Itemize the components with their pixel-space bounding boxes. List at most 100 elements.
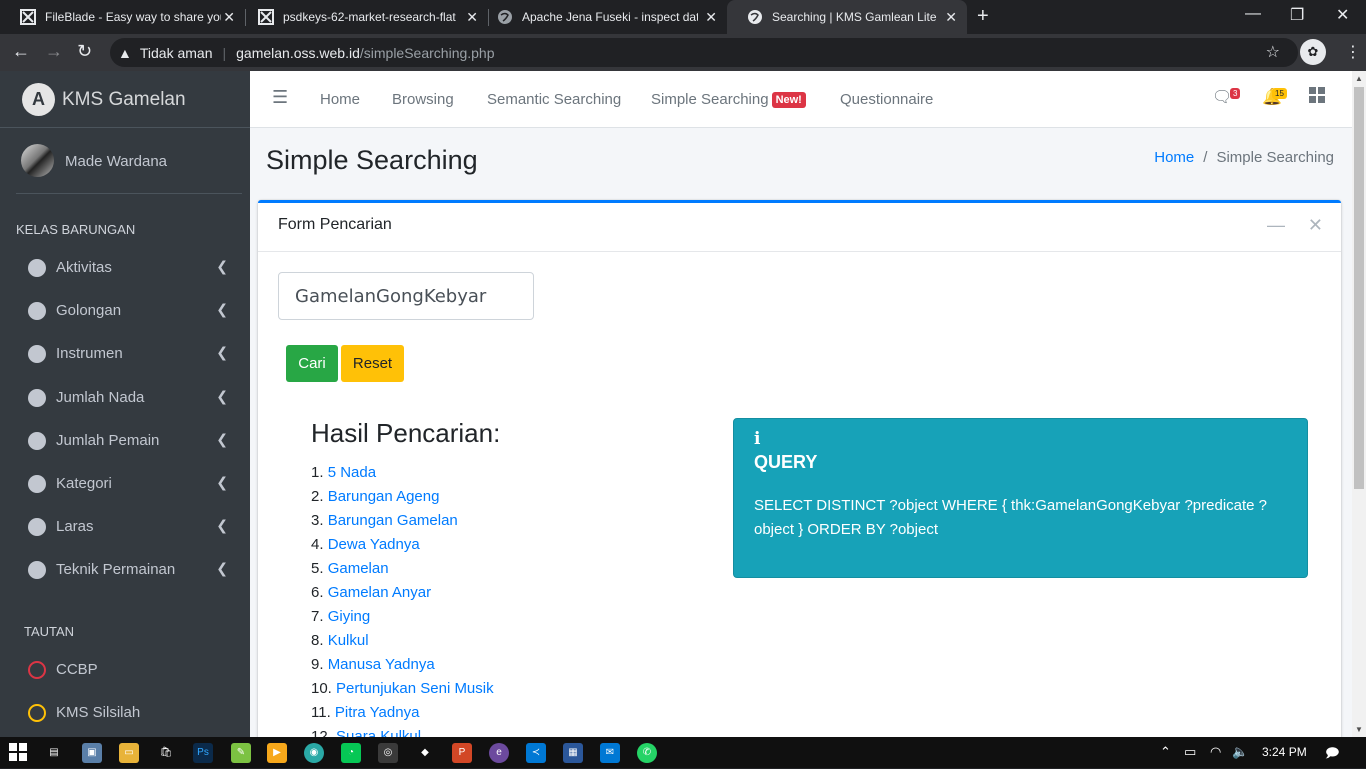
close-tab-icon[interactable]: ✕ (705, 9, 717, 26)
nav-semantic-searching[interactable]: Semantic Searching (487, 91, 621, 108)
list-item: 8. Kulkul (311, 629, 494, 653)
search-input[interactable] (278, 272, 534, 320)
apps-grid-icon[interactable] (1309, 87, 1325, 108)
browser-tab[interactable]: Apache Jena Fuseki - inspect dat ✕ (477, 0, 727, 34)
tab-title: Apache Jena Fuseki - inspect dat (522, 10, 698, 24)
sidebar-item-teknik-permainan[interactable]: Teknik Permainan ❮ (16, 550, 242, 590)
search-button[interactable]: Cari (286, 345, 338, 382)
forward-icon[interactable]: → (45, 41, 63, 62)
scroll-down-arrow-icon[interactable]: ▼ (1355, 725, 1363, 734)
sidebar-item-laras[interactable]: Laras ❮ (16, 507, 242, 547)
new-tab-icon[interactable]: + (977, 5, 989, 28)
computer-icon[interactable]: ▣ (82, 743, 102, 763)
search-card: Form Pencarian — ✕ Cari Reset Hasil Penc… (258, 200, 1341, 737)
notepadpp-icon[interactable]: ✎ (231, 743, 251, 763)
close-tab-icon[interactable]: ✕ (223, 9, 235, 26)
chrome-icon[interactable]: ◎ (378, 743, 398, 763)
chevron-left-icon: ❮ (216, 388, 228, 404)
notification-center-icon[interactable]: 🗩 (1325, 744, 1339, 766)
result-link[interactable]: Barungan Ageng (328, 488, 440, 505)
sidebar-link-kms-silsilah[interactable]: KMS Silsilah (16, 693, 242, 733)
sidebar-item-jumlah-nada[interactable]: Jumlah Nada ❮ (16, 378, 242, 418)
close-window-icon[interactable]: ✕ (1336, 5, 1349, 25)
browser-tab-active[interactable]: Searching | KMS Gamlean Lite ✕ (727, 0, 967, 34)
browser-tab-bar: FileBlade - Easy way to share you ✕ psdk… (0, 0, 1366, 34)
whatsapp-icon[interactable]: ✆ (637, 743, 657, 763)
list-item: 7. Giying (311, 605, 494, 629)
media-player-icon[interactable]: ▶ (267, 743, 287, 763)
powerpoint-icon[interactable]: P (452, 743, 472, 763)
breadcrumb-home-link[interactable]: Home (1154, 149, 1194, 166)
chevron-left-icon: ❮ (216, 560, 228, 576)
php-icon[interactable]: e (489, 743, 509, 763)
task-view-icon[interactable]: ▤ (44, 743, 64, 763)
sidebar-item-jumlah-pemain[interactable]: Jumlah Pemain ❮ (16, 421, 242, 461)
result-link[interactable]: Dewa Yadnya (328, 536, 420, 553)
list-item: 1. 5 Nada (311, 461, 494, 485)
close-tab-icon[interactable]: ✕ (945, 9, 957, 26)
windows-start-icon[interactable] (8, 743, 28, 763)
photoshop-icon[interactable]: Ps (193, 743, 213, 763)
sidebar-item-label: Golongan (56, 302, 122, 319)
wifi-icon[interactable]: ◠ (1210, 744, 1221, 760)
battery-icon[interactable]: ▭ (1184, 744, 1196, 760)
page-scrollbar[interactable]: ▲ ▼ (1352, 71, 1366, 737)
result-link[interactable]: Giying (328, 608, 371, 625)
nav-home[interactable]: Home (320, 91, 360, 108)
vscode-icon[interactable]: ≺ (526, 743, 546, 763)
file-explorer-icon[interactable]: ▭ (119, 743, 139, 763)
back-icon[interactable]: ← (12, 41, 30, 62)
mail-icon[interactable]: ✉ (600, 743, 620, 763)
result-link[interactable]: 5 Nada (328, 464, 376, 481)
close-icon[interactable]: ✕ (1308, 215, 1323, 236)
restore-icon[interactable]: ❐ (1290, 5, 1304, 25)
user-name: Made Wardana (65, 153, 167, 170)
tray-expand-icon[interactable]: ⌃ (1160, 744, 1171, 760)
scrollbar-thumb[interactable] (1354, 87, 1364, 489)
user-panel[interactable]: Made Wardana (16, 128, 242, 194)
reload-icon[interactable]: ↻ (77, 41, 92, 62)
result-link[interactable]: Suara Kulkul (336, 728, 421, 737)
store-icon[interactable]: 🛍 (156, 743, 176, 763)
result-link[interactable]: Gamelan (328, 560, 389, 577)
result-link[interactable]: Pertunjukan Seni Musik (336, 680, 494, 697)
extension-icon[interactable]: ✿ (1300, 39, 1326, 65)
app-icon[interactable]: ◉ (304, 743, 324, 763)
address-bar[interactable]: ▲ Tidak aman | gamelan.oss.web.id/simple… (110, 38, 1298, 67)
volume-icon[interactable]: 🔈 (1232, 744, 1248, 760)
brand-link[interactable]: A KMS Gamelan (0, 71, 250, 128)
scroll-up-arrow-icon[interactable]: ▲ (1355, 74, 1363, 83)
browser-tab[interactable]: psdkeys-62-market-research-flat ✕ (238, 0, 488, 34)
minimize-icon[interactable]: — (1245, 5, 1261, 23)
globe-icon (497, 9, 513, 25)
bookmark-star-icon[interactable]: ☆ (1266, 42, 1280, 62)
sidebar-item-aktivitas[interactable]: Aktivitas ❮ (16, 248, 242, 288)
nav-simple-searching[interactable]: Simple Searching New! (651, 91, 806, 108)
tab-title: Searching | KMS Gamlean Lite (772, 10, 937, 24)
reset-button[interactable]: Reset (341, 345, 404, 382)
nav-browsing[interactable]: Browsing (392, 91, 454, 108)
nav-questionnaire[interactable]: Questionnaire (840, 91, 933, 108)
result-link[interactable]: Pitra Yadnya (335, 704, 420, 721)
git-icon[interactable]: ◆ (415, 743, 435, 763)
clock-time[interactable]: 3:24 PM (1262, 745, 1307, 759)
sidebar-item-golongan[interactable]: Golongan ❮ (16, 291, 242, 331)
sidebar-link-ccbp[interactable]: CCBP (16, 650, 242, 690)
collapse-icon[interactable]: — (1267, 215, 1285, 236)
browser-tab[interactable]: FileBlade - Easy way to share you ✕ (0, 0, 245, 34)
menu-kebab-icon[interactable]: ⋮ (1345, 42, 1361, 62)
hamburger-icon[interactable]: ☰ (272, 87, 288, 108)
result-link[interactable]: Kulkul (328, 632, 369, 649)
remote-desktop-icon[interactable]: ▦ (563, 743, 583, 763)
circle-icon (28, 345, 46, 363)
chevron-left-icon: ❮ (216, 517, 228, 533)
sidebar-item-instrumen[interactable]: Instrumen ❮ (16, 334, 242, 374)
item-number: 9. (311, 656, 324, 673)
info-icon: i (754, 429, 761, 449)
result-link[interactable]: Barungan Gamelan (328, 512, 458, 529)
result-link[interactable]: Gamelan Anyar (328, 584, 431, 601)
sidebar-item-kategori[interactable]: Kategori ❮ (16, 464, 242, 504)
line-icon[interactable]: ◔ (341, 743, 361, 763)
web-page: A KMS Gamelan Made Wardana KELAS BARUNGA… (0, 71, 1366, 737)
result-link[interactable]: Manusa Yadnya (328, 656, 435, 673)
